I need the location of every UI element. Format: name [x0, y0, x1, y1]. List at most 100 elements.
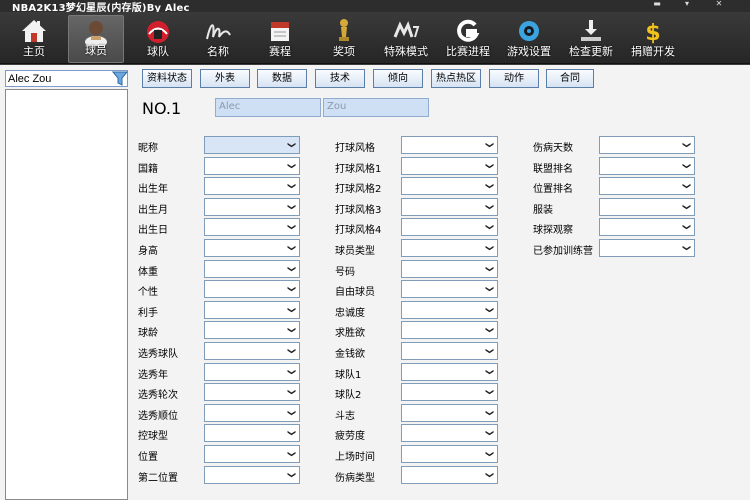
field-select-col2-17[interactable]: ❯	[401, 465, 498, 484]
field-label-col2-1: 打球风格	[335, 143, 375, 154]
gear-icon	[519, 21, 539, 41]
field-label-col1-8: 个性	[138, 287, 158, 299]
chevron-down-icon: ❯	[485, 327, 495, 334]
field-label-col1-13: 选秀轮次	[138, 390, 178, 402]
toolbar-name[interactable]: 名称	[192, 15, 244, 63]
field-select-col1-5[interactable]: ❯	[204, 218, 300, 237]
field-select-col2-3[interactable]: ❯	[401, 177, 498, 196]
field-select-col1-6[interactable]: ❯	[204, 239, 300, 257]
field-select-col2-14[interactable]: ❯	[401, 403, 498, 422]
field-label-col2-7: 号码	[335, 266, 355, 278]
filter-icon[interactable]	[112, 70, 128, 87]
toolbar-team[interactable]: 球队	[132, 15, 184, 63]
last-name-field[interactable]: Zou	[323, 98, 429, 117]
field-select-col2-2[interactable]: ❯	[401, 156, 498, 175]
tab-3[interactable]: 数据	[257, 69, 307, 88]
field-label-col1-7: 体重	[138, 266, 158, 278]
field-label-col2-5: 打球风格4	[335, 225, 382, 237]
toolbar-player-label: 球员	[85, 44, 107, 57]
field-label-col2-14: 斗志	[335, 410, 355, 422]
chevron-down-icon: ❯	[485, 471, 495, 478]
chevron-down-icon: ❯	[287, 265, 297, 272]
minimize-button[interactable]: ▬	[650, 0, 664, 10]
tab-4[interactable]: 技术	[315, 69, 365, 88]
field-select-col2-11[interactable]: ❯	[401, 342, 498, 360]
field-label-col1-4: 出生月	[138, 204, 168, 216]
chevron-down-icon: ❯	[485, 141, 495, 149]
close-button[interactable]: ✕	[712, 0, 726, 10]
field-select-col2-16[interactable]: ❯	[401, 445, 498, 463]
field-label-col1-6: 身高	[138, 246, 158, 257]
field-select-col3-3[interactable]: ❯	[599, 177, 695, 196]
toolbar-awards[interactable]: 奖项	[318, 15, 370, 63]
dropdown-button[interactable]: ▾	[680, 0, 694, 10]
field-select-col1-12[interactable]: ❯	[204, 362, 300, 381]
field-label-col1-15: 控球型	[138, 431, 168, 443]
field-select-col1-16[interactable]: ❯	[204, 445, 300, 463]
field-select-col1-15[interactable]: ❯	[204, 424, 300, 443]
toolbar-donate[interactable]: $ 捐赠开发	[624, 15, 682, 63]
field-select-col2-9[interactable]: ❯	[401, 300, 498, 319]
tab-6[interactable]: 热点热区	[431, 69, 481, 88]
field-select-col2-1[interactable]: ❯	[401, 136, 498, 154]
field-select-col1-17[interactable]: ❯	[204, 465, 300, 484]
chevron-down-icon: ❯	[485, 368, 495, 375]
field-select-col2-4[interactable]: ❯	[401, 197, 498, 216]
chevron-down-icon: ❯	[485, 265, 495, 272]
field-select-col1-14[interactable]: ❯	[204, 403, 300, 422]
field-label-col2-3: 打球风格2	[335, 184, 382, 196]
toolbar-player[interactable]: 球员	[68, 15, 124, 63]
field-label-col1-9: 利手	[138, 307, 158, 319]
tab-7[interactable]: 动作	[489, 69, 539, 88]
field-select-col1-3[interactable]: ❯	[204, 177, 300, 196]
field-select-col1-9[interactable]: ❯	[204, 300, 300, 319]
dollar-icon: $	[645, 21, 660, 45]
field-select-col2-6[interactable]: ❯	[401, 239, 498, 257]
player-list[interactable]	[5, 89, 128, 500]
gatorade-icon	[457, 19, 480, 42]
player-search-input[interactable]	[5, 70, 128, 87]
field-select-col2-15[interactable]: ❯	[401, 424, 498, 443]
field-select-col3-1[interactable]: ❯	[599, 136, 695, 154]
home-icon	[22, 20, 46, 42]
field-select-col1-2[interactable]: ❯	[204, 156, 300, 175]
field-select-col1-13[interactable]: ❯	[204, 383, 300, 402]
field-label-col2-16: 上场时间	[335, 452, 375, 463]
field-select-col2-13[interactable]: ❯	[401, 383, 498, 402]
toolbar-schedule[interactable]: 赛程	[254, 15, 306, 63]
tab-1[interactable]: 资料状态	[142, 69, 192, 88]
field-select-col3-5[interactable]: ❯	[599, 218, 695, 237]
toolbar-schedule-label: 赛程	[269, 45, 291, 58]
toolbar-special-mode[interactable]: 特殊模式	[376, 15, 436, 63]
field-select-col3-6[interactable]: ❯	[599, 239, 695, 257]
field-select-col2-10[interactable]: ❯	[401, 321, 498, 340]
field-select-col1-11[interactable]: ❯	[204, 342, 300, 360]
field-select-col2-5[interactable]: ❯	[401, 218, 498, 237]
toolbar-game-progress[interactable]: 比赛进程	[438, 15, 498, 63]
field-select-col2-8[interactable]: ❯	[401, 280, 498, 299]
field-select-col1-7[interactable]: ❯	[204, 259, 300, 278]
first-name-field[interactable]: Alec	[215, 98, 321, 117]
tab-2[interactable]: 外表	[200, 69, 250, 88]
download-icon	[581, 20, 601, 41]
toolbar-check-update[interactable]: 检查更新	[562, 15, 620, 63]
field-label-col1-1: 昵称	[138, 143, 158, 154]
field-select-col1-1[interactable]: ❯	[204, 136, 300, 154]
field-select-col1-4[interactable]: ❯	[204, 197, 300, 216]
toolbar-game-progress-label: 比赛进程	[446, 45, 490, 58]
toolbar-home[interactable]: 主页	[8, 15, 60, 63]
field-select-col3-4[interactable]: ❯	[599, 197, 695, 216]
toolbar-game-settings[interactable]: 游戏设置	[500, 15, 558, 63]
field-select-col2-12[interactable]: ❯	[401, 362, 498, 381]
field-select-col2-7[interactable]: ❯	[401, 259, 498, 278]
tab-5[interactable]: 倾向	[373, 69, 423, 88]
chevron-down-icon: ❯	[485, 162, 495, 169]
calendar-icon	[271, 22, 289, 41]
field-label-col2-8: 自由球员	[335, 287, 375, 299]
field-select-col1-10[interactable]: ❯	[204, 321, 300, 340]
field-select-col3-2[interactable]: ❯	[599, 156, 695, 175]
toolbar-awards-label: 奖项	[333, 45, 355, 58]
tab-8[interactable]: 合同	[546, 69, 594, 88]
field-select-col1-8[interactable]: ❯	[204, 280, 300, 299]
chevron-down-icon: ❯	[287, 244, 297, 252]
